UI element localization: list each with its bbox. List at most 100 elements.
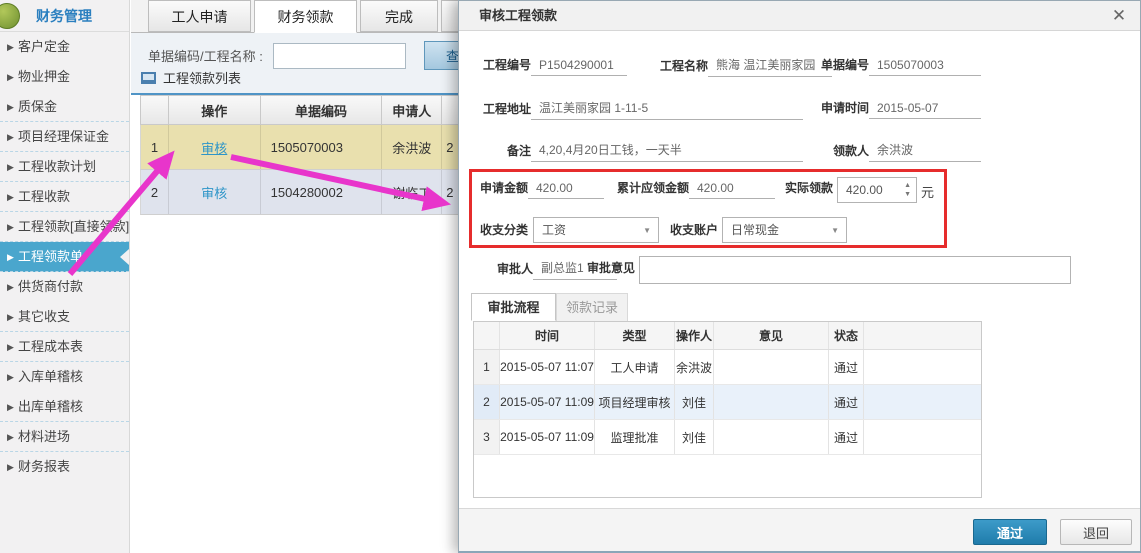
tab-approval-flow[interactable]: 审批流程 [471, 293, 556, 321]
sidebar-item-outbound-audit[interactable]: ▶出库单稽核 [0, 392, 129, 422]
field-account-label: 收支账户 [664, 221, 718, 241]
field-bill-no: 单据编号 1505070003 [814, 56, 981, 76]
sidebar-item-property-deposit[interactable]: ▶ 物业押金 [0, 62, 129, 92]
sidebar-item-label: 工程领款单 [18, 249, 83, 264]
field-label: 累计应领金额 [614, 179, 689, 199]
caret-icon: ▶ [7, 422, 14, 452]
dialog-title: 审核工程领款 [479, 8, 557, 23]
caret-icon: ▶ [7, 302, 14, 332]
sidebar-item-label: 质保金 [18, 99, 57, 114]
reject-button[interactable]: 退回 [1060, 519, 1132, 545]
header-operator: 操作人 [675, 322, 714, 349]
sidebar-item-material-entry[interactable]: ▶材料进场 [0, 422, 129, 452]
caret-icon: ▶ [7, 272, 14, 302]
field-value: P1504290001 [531, 58, 627, 76]
flow-header-row: 时间 类型 操作人 意见 状态 [474, 322, 981, 350]
tab-finished[interactable]: 完成 [360, 0, 438, 32]
audit-dialog: 审核工程领款 ✕ 工程编号 P1504290001 工程名称 熊海 温江美丽家园… [458, 0, 1141, 553]
cell-rownum: 1 [141, 125, 169, 169]
audit-link[interactable]: 审核 [201, 138, 227, 157]
caret-icon: ▶ [7, 122, 14, 152]
cell-opinion [714, 385, 829, 419]
sidebar-item-finance-report[interactable]: ▶财务报表 [0, 452, 129, 482]
audit-link[interactable]: 审核 [201, 183, 227, 202]
field-label: 收支分类 [476, 221, 528, 241]
cell-operator: 余洪波 [675, 350, 714, 384]
caret-icon: ▶ [7, 242, 14, 272]
field-category-label: 收支分类 [476, 221, 528, 241]
sidebar-item-customer-deposit[interactable]: ▶客户定金 [0, 32, 129, 62]
field-value: 2015-05-07 [869, 101, 981, 119]
cell-type: 监理批准 [595, 420, 675, 454]
sidebar-item-project-receipt[interactable]: ▶工程收款 [0, 182, 129, 212]
cell-type: 工人申请 [595, 350, 675, 384]
sidebar-item-label: 供货商付款 [18, 279, 83, 294]
sidebar-item-label: 物业押金 [18, 69, 70, 84]
sidebar-item-pm-deposit[interactable]: ▶ 项目经理保证金 [0, 122, 129, 152]
sidebar-item-cost-table[interactable]: ▶工程成本表 [0, 332, 129, 362]
tab-payment-records[interactable]: 领款记录 [556, 293, 628, 321]
cell-rownum: 3 [474, 420, 500, 454]
sidebar-item-direct-payment[interactable]: ▶工程领款[直接领款] [0, 212, 129, 242]
field-payee: 领款人 余洪波 [814, 141, 981, 162]
sidebar-title: 财务管理 [36, 8, 92, 24]
field-address: 工程地址 温江美丽家园 1-11-5 [479, 99, 803, 120]
caret-icon: ▶ [7, 62, 14, 92]
opinion-input[interactable] [639, 256, 1071, 284]
cell-opinion [714, 350, 829, 384]
list-section-title: 工程领款列表 [141, 68, 241, 87]
tab-finance-payment[interactable]: 财务领款 [254, 0, 357, 33]
sidebar-item-label: 项目经理保证金 [18, 129, 109, 144]
sidebar-item-label: 工程收款计划 [18, 159, 96, 174]
header-status: 状态 [829, 322, 864, 349]
cell-operator: 刘佳 [675, 420, 714, 454]
sidebar-item-payment-bill[interactable]: ▶ 工程领款单 [0, 242, 129, 272]
category-select[interactable]: 工资 ▼ [533, 217, 659, 243]
page: 财务管理 ▶客户定金 ▶物业押金 ▶质保金 ▶项目经理保证金 ▶工程收款计划 ▶… [0, 0, 1141, 553]
header-opinion: 意见 [714, 322, 829, 349]
stepper-value: 420.00 [846, 183, 883, 197]
stepper-arrows-icon[interactable]: ▲▼ [904, 181, 911, 199]
sidebar-item-other-income[interactable]: ▶其它收支 [0, 302, 129, 332]
search-input[interactable] [273, 43, 406, 69]
cell-time: 2015-05-07 11:07 [500, 350, 595, 384]
cell-blank [864, 350, 981, 384]
cell-status: 通过 [829, 420, 864, 454]
chevron-down-icon: ▼ [831, 218, 839, 244]
cell-code: 1505070003 [261, 125, 383, 169]
monitor-icon [141, 72, 156, 84]
cell-action: 审核 [169, 125, 261, 169]
tab-label: 审批流程 [487, 300, 539, 315]
sidebar-item-quality-deposit[interactable]: ▶质保金 [0, 92, 129, 122]
close-icon[interactable]: ✕ [1106, 1, 1132, 31]
caret-icon: ▶ [7, 332, 14, 362]
cell-action: 审核 [169, 170, 261, 214]
field-label: 备注 [479, 142, 531, 162]
account-select[interactable]: 日常现金 ▼ [722, 217, 847, 243]
field-label: 申请金额 [476, 179, 528, 199]
sidebar-item-supplier-payment[interactable]: ▶ 供货商付款 [0, 272, 129, 302]
header-action: 操作 [169, 96, 261, 124]
header-rownum [141, 96, 169, 124]
field-label: 工程地址 [479, 100, 531, 120]
sidebar: 财务管理 ▶客户定金 ▶物业押金 ▶质保金 ▶项目经理保证金 ▶工程收款计划 ▶… [0, 0, 130, 553]
cell-rownum: 1 [474, 350, 500, 384]
header-applicant: 申请人 [382, 96, 442, 124]
sidebar-item-label: 工程领款[直接领款] [18, 219, 129, 234]
cell-status: 通过 [829, 385, 864, 419]
field-opinion-label: 审批意见 [587, 259, 635, 279]
sidebar-header: 财务管理 [0, 0, 129, 32]
sidebar-item-inbound-audit[interactable]: ▶入库单稽核 [0, 362, 129, 392]
sidebar-item-receipt-plan[interactable]: ▶工程收款计划 [0, 152, 129, 182]
approve-button[interactable]: 通过 [973, 519, 1047, 545]
cell-rownum: 2 [474, 385, 500, 419]
tab-worker-apply[interactable]: 工人申请 [148, 0, 251, 32]
select-value: 工资 [542, 223, 566, 237]
cell-blank [864, 385, 981, 419]
currency-label: 元 [921, 182, 934, 201]
actual-amount-stepper[interactable]: 420.00 ▲▼ [837, 177, 917, 203]
field-label: 实际领款 [781, 179, 833, 199]
field-value: 温江美丽家园 1-11-5 [531, 99, 803, 120]
tab-label: 财务领款 [278, 9, 334, 25]
cell-type: 项目经理审核 [595, 385, 675, 419]
